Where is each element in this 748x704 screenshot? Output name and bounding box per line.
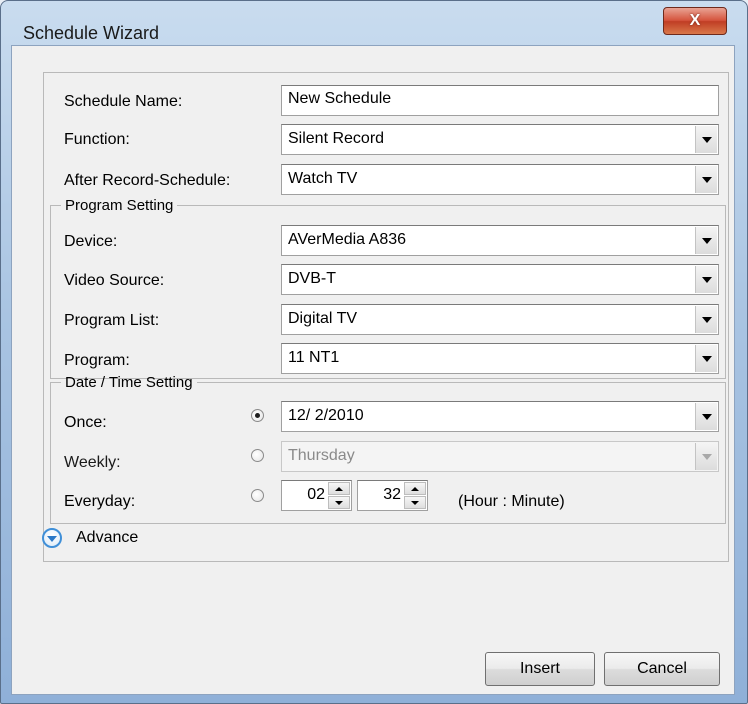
- hour-decrement-button[interactable]: [328, 496, 350, 509]
- weekly-label: Weekly:: [64, 454, 121, 471]
- dropdown-button[interactable]: [695, 443, 717, 470]
- program-list-dropdown[interactable]: Digital TV: [281, 304, 719, 335]
- dropdown-button[interactable]: [695, 345, 717, 372]
- arrow-up-icon: [335, 486, 343, 491]
- device-value: AVerMedia A836: [288, 231, 407, 248]
- hour-increment-button[interactable]: [328, 482, 350, 495]
- program-dropdown[interactable]: 11 NT1: [281, 343, 719, 374]
- everyday-radio[interactable]: [251, 489, 264, 502]
- function-dropdown[interactable]: Silent Record: [281, 124, 719, 155]
- chevron-down-icon: [701, 453, 712, 460]
- after-record-dropdown[interactable]: Watch TV: [281, 164, 719, 195]
- weekly-day-dropdown[interactable]: Thursday: [281, 441, 719, 472]
- device-dropdown[interactable]: AVerMedia A836: [281, 225, 719, 256]
- weekly-day-value: Thursday: [288, 447, 355, 464]
- video-source-label: Video Source:: [64, 272, 165, 289]
- program-list-value: Digital TV: [288, 310, 358, 327]
- program-label: Program:: [64, 352, 130, 369]
- program-setting-legend: Program Setting: [65, 197, 174, 214]
- video-source-value: DVB-T: [288, 270, 336, 287]
- window-title: Schedule Wizard: [23, 23, 160, 43]
- dropdown-button[interactable]: [695, 126, 717, 153]
- advance-toggle[interactable]: Advance: [42, 528, 182, 552]
- hour-minute-hint: (Hour : Minute): [458, 493, 565, 510]
- minute-value: 32: [383, 486, 401, 503]
- chevron-down-icon: [701, 413, 712, 420]
- schedule-settings-box: Schedule Name: New Schedule Function: Si…: [43, 72, 729, 562]
- datetime-setting-legend: Date / Time Setting: [65, 374, 193, 391]
- dialog-window: Schedule Wizard X Schedule Name: New Sch…: [0, 0, 748, 704]
- minute-increment-button[interactable]: [404, 482, 426, 495]
- insert-button[interactable]: Insert: [485, 652, 595, 686]
- arrow-down-icon: [411, 500, 419, 505]
- close-icon: X: [689, 12, 701, 29]
- dropdown-button[interactable]: [695, 403, 717, 430]
- dropdown-button[interactable]: [695, 227, 717, 254]
- after-record-value: Watch TV: [288, 170, 358, 187]
- title-bar[interactable]: Schedule Wizard X: [1, 1, 747, 43]
- minute-spinner[interactable]: 32: [357, 480, 428, 511]
- advance-label: Advance: [76, 529, 139, 546]
- expand-chevron-icon: [42, 528, 62, 548]
- schedule-name-input[interactable]: New Schedule: [281, 85, 719, 116]
- chevron-down-icon: [701, 237, 712, 244]
- chevron-down-icon: [701, 276, 712, 283]
- chevron-down-icon: [701, 176, 712, 183]
- function-value: Silent Record: [288, 130, 385, 147]
- function-label: Function:: [64, 131, 130, 148]
- once-date-value: 12/ 2/2010: [288, 407, 364, 424]
- after-record-label: After Record-Schedule:: [64, 172, 231, 189]
- minute-decrement-button[interactable]: [404, 496, 426, 509]
- device-label: Device:: [64, 233, 118, 250]
- arrow-up-icon: [411, 486, 419, 491]
- close-button[interactable]: X: [663, 7, 727, 35]
- hour-spinner[interactable]: 02: [281, 480, 352, 511]
- weekly-radio[interactable]: [251, 449, 264, 462]
- dropdown-button[interactable]: [695, 306, 717, 333]
- cancel-button[interactable]: Cancel: [604, 652, 720, 686]
- once-date-picker[interactable]: 12/ 2/2010: [281, 401, 719, 432]
- program-list-label: Program List:: [64, 312, 160, 329]
- arrow-down-icon: [335, 500, 343, 505]
- hour-value: 02: [307, 486, 325, 503]
- chevron-down-icon: [701, 316, 712, 323]
- dialog-client-area: Schedule Name: New Schedule Function: Si…: [11, 45, 735, 695]
- chevron-down-icon: [701, 355, 712, 362]
- once-label: Once:: [64, 414, 107, 431]
- everyday-label: Everyday:: [64, 493, 136, 510]
- video-source-dropdown[interactable]: DVB-T: [281, 264, 719, 295]
- schedule-name-label: Schedule Name:: [64, 93, 183, 110]
- chevron-down-icon: [701, 136, 712, 143]
- dropdown-button[interactable]: [695, 266, 717, 293]
- program-value: 11 NT1: [288, 349, 340, 366]
- once-radio[interactable]: [251, 409, 264, 422]
- dropdown-button[interactable]: [695, 166, 717, 193]
